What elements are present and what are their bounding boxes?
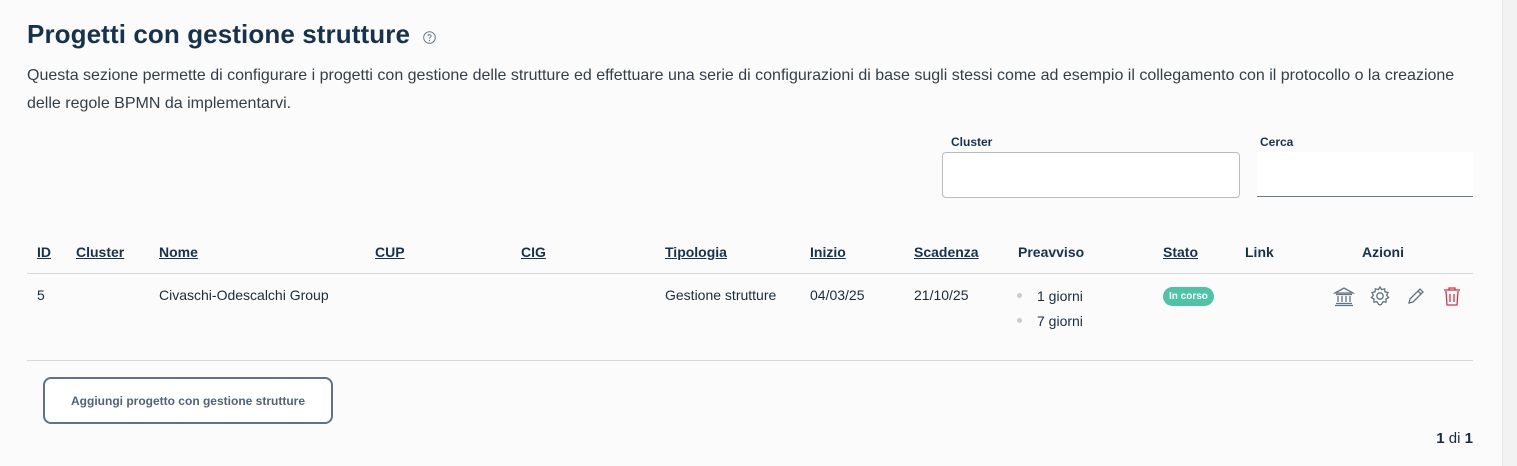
cell-id: 5 bbox=[37, 287, 45, 303]
column-header-tipologia[interactable]: Tipologia bbox=[665, 244, 727, 260]
add-project-button[interactable]: Aggiungi progetto con gestione strutture bbox=[43, 377, 333, 424]
search-label: Cerca bbox=[1260, 135, 1294, 149]
pagination-current: 1 bbox=[1436, 430, 1445, 447]
right-rail bbox=[1502, 0, 1517, 466]
cell-inizio: 04/03/25 bbox=[810, 287, 865, 303]
column-header-preavviso: Preavviso bbox=[1018, 244, 1085, 260]
pagination-separator: di bbox=[1448, 430, 1461, 447]
cluster-select[interactable] bbox=[942, 152, 1240, 198]
preavviso-item: 1 giorni bbox=[1017, 287, 1083, 312]
cell-tipologia: Gestione strutture bbox=[665, 287, 777, 303]
column-header-cup[interactable]: CUP bbox=[375, 244, 405, 260]
preavviso-item: 7 giorni bbox=[1017, 312, 1083, 337]
cell-nome: Civaschi-Odescalchi Group bbox=[159, 287, 329, 303]
header-divider bbox=[27, 273, 1473, 274]
page-title: Progetti con gestione strutture bbox=[27, 19, 411, 49]
status-badge: In corso bbox=[1163, 287, 1214, 306]
gear-icon[interactable] bbox=[1369, 285, 1391, 307]
column-header-inizio[interactable]: Inizio bbox=[810, 244, 846, 260]
bank-icon[interactable] bbox=[1332, 285, 1356, 307]
cell-scadenza: 21/10/25 bbox=[914, 287, 969, 303]
column-header-cluster[interactable]: Cluster bbox=[76, 244, 124, 260]
column-header-link: Link bbox=[1245, 244, 1274, 260]
column-header-cig[interactable]: CIG bbox=[521, 244, 546, 260]
pagination: 1 di 1 bbox=[1436, 430, 1473, 447]
column-header-id[interactable]: ID bbox=[37, 244, 51, 260]
pagination-total: 1 bbox=[1464, 430, 1473, 447]
help-icon[interactable] bbox=[423, 31, 436, 44]
column-header-nome[interactable]: Nome bbox=[159, 244, 198, 260]
pencil-icon[interactable] bbox=[1405, 285, 1427, 307]
search-input[interactable] bbox=[1257, 152, 1473, 197]
column-header-azioni: Azioni bbox=[1362, 244, 1404, 260]
table-bottom-divider bbox=[27, 360, 1473, 361]
cluster-filter-label: Cluster bbox=[951, 135, 993, 149]
column-header-scadenza[interactable]: Scadenza bbox=[914, 244, 979, 260]
preavviso-list: 1 giorni 7 giorni bbox=[1017, 287, 1083, 337]
page-description: Questa sezione permette di configurare i… bbox=[27, 67, 1455, 112]
title-row: Progetti con gestione strutture bbox=[27, 19, 436, 50]
trash-icon[interactable] bbox=[1441, 285, 1463, 307]
column-header-stato[interactable]: Stato bbox=[1163, 244, 1198, 260]
